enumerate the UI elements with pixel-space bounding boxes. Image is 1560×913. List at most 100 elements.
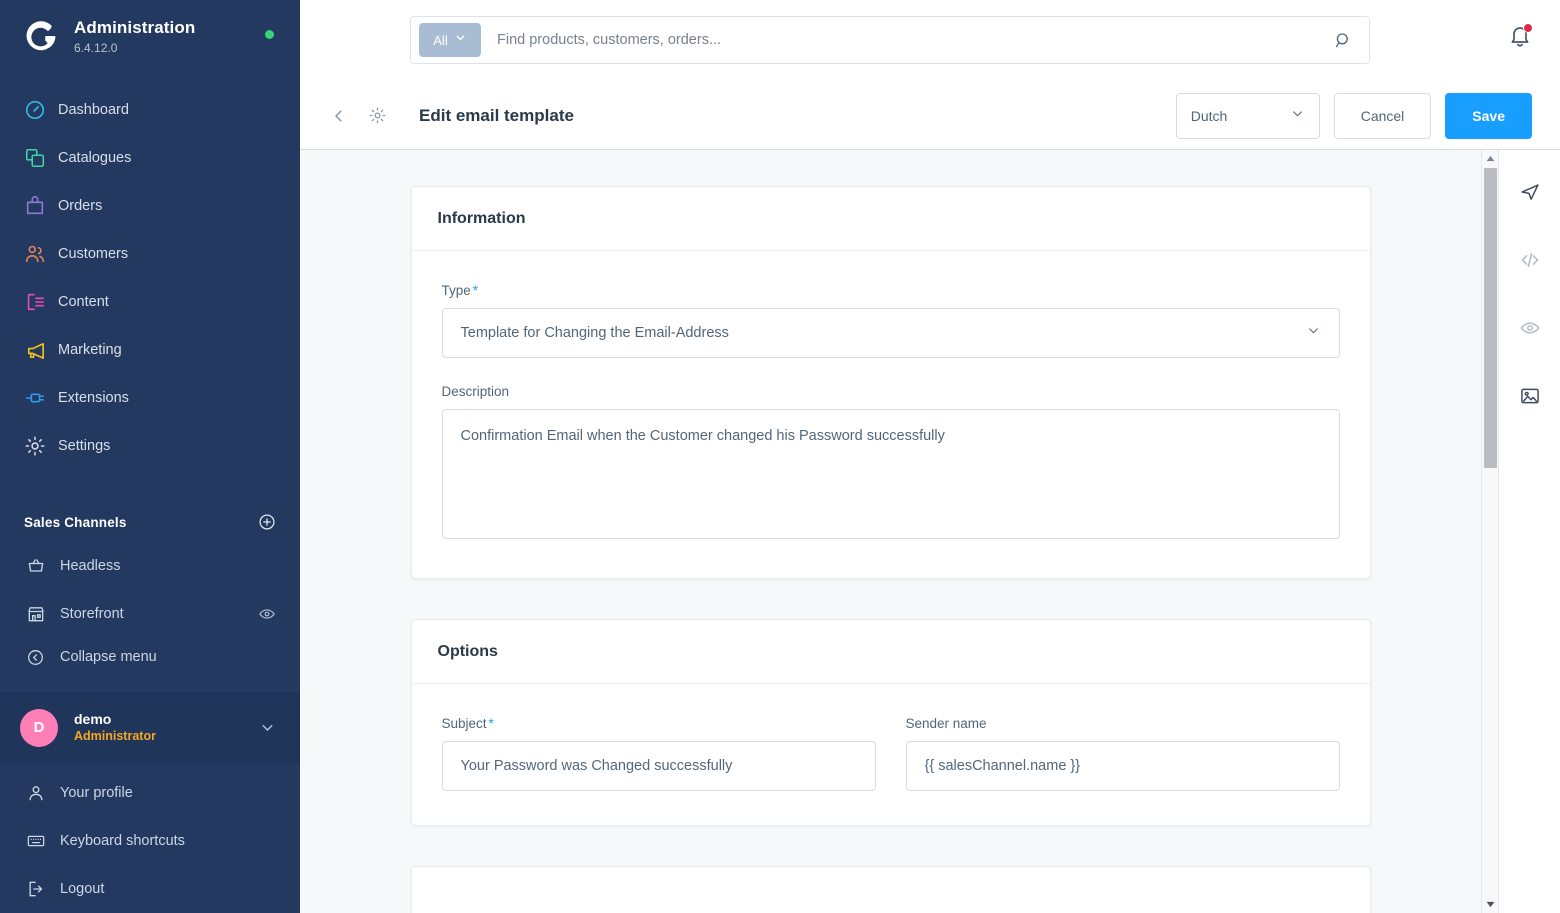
right-toolbar [1498,150,1560,913]
brand-title: Administration [74,18,196,37]
avatar: D [20,708,58,747]
third-card-partial [410,866,1371,913]
page-title: Edit email template [419,105,574,125]
collapse-menu-button[interactable]: Collapse menu [0,638,300,676]
options-card-body: Subject* Sender name [412,684,1370,825]
sender-name-input[interactable] [905,741,1340,791]
user-profile-row[interactable]: D demo Administrator [0,691,300,763]
subject-field: Subject * [441,716,876,791]
type-select-value: Template for Changing the Email-Address [460,325,729,341]
cancel-button[interactable]: Cancel [1333,92,1432,139]
notifications-button[interactable] [1508,23,1533,53]
sidebar-item-customers[interactable]: Customers [0,230,300,278]
information-card-header: Information [411,187,1370,251]
sidebar-item-label: Headless [60,558,121,574]
gear-icon[interactable] [362,100,393,131]
image-media-icon[interactable] [1510,376,1550,416]
collapse-menu-label: Collapse menu [60,649,157,665]
content-row: Information Type * Template for Changing … [300,150,1560,913]
sidebar-item-label: Extensions [58,390,129,406]
sidebar-item-label: Settings [58,438,111,454]
code-brackets-icon[interactable] [1510,240,1550,280]
sidebar: Administration 6.4.12.0 Dashboard Catalo… [0,0,300,913]
scrollbar-thumb[interactable] [1484,168,1497,468]
sales-channels-section-header: Sales Channels [0,502,300,542]
menu-item-label: Keyboard shortcuts [60,833,185,849]
preview-eye-icon[interactable] [1510,308,1550,348]
description-field: Description [441,384,1340,544]
sidebar-item-label: Customers [58,246,129,262]
sidebar-item-storefront[interactable]: Storefront [0,590,300,638]
logout-icon [26,879,60,899]
type-label: Type * [442,283,1340,298]
sidebar-item-catalogues[interactable]: Catalogues [0,134,300,182]
sidebar-item-settings[interactable]: Settings [0,422,300,470]
sender-name-field: Sender name [905,716,1340,791]
scroll-up-arrow-icon[interactable] [1482,150,1499,167]
user-role: Administrator [74,729,156,743]
user-menu: Your profile Keyboard shortcuts Logout [0,763,300,913]
subject-label: Subject * [442,716,876,731]
sidebar-item-content[interactable]: Content [0,278,300,326]
sidebar-item-label: Marketing [58,342,122,358]
chevron-down-icon [1306,323,1321,343]
chevron-down-icon[interactable] [259,719,276,736]
chevron-down-icon [454,31,467,49]
search-scope-selector[interactable]: All [419,23,481,57]
send-test-mail-icon[interactable] [1510,172,1550,212]
save-button[interactable]: Save [1445,92,1532,139]
user-name: demo [74,711,112,727]
type-field: Type * Template for Changing the Email-Ad… [441,283,1340,358]
subject-label-text: Subject [441,716,487,731]
smart-bar-actions: Dutch Cancel Save [1175,92,1532,139]
search-icon[interactable] [1334,31,1361,50]
description-textarea[interactable] [441,409,1340,539]
eye-icon[interactable] [258,605,276,623]
sidebar-item-label: Content [58,294,109,310]
sidebar-item-extensions[interactable]: Extensions [0,374,300,422]
sidebar-item-marketing[interactable]: Marketing [0,326,300,374]
menu-item-your-profile[interactable]: Your profile [0,769,300,817]
global-search-bar[interactable]: All [410,16,1370,64]
content-vertical-scrollbar[interactable] [1481,150,1498,913]
catalogues-icon [24,147,58,169]
chevron-down-icon [1290,106,1305,126]
description-label: Description [441,384,510,399]
sidebar-item-label: Storefront [60,606,124,622]
card-title: Options [437,642,498,660]
sender-name-label: Sender name [905,716,987,731]
basket-icon [26,556,60,576]
dashboard-icon [24,99,58,121]
subject-input[interactable] [441,741,876,791]
language-select[interactable]: Dutch [1175,92,1320,139]
sidebar-item-label: Dashboard [58,102,129,118]
required-marker: * [488,716,494,731]
menu-item-logout[interactable]: Logout [0,865,300,913]
plus-circle-icon[interactable] [258,513,276,531]
search-input[interactable] [481,32,1334,48]
information-card-body: Type * Template for Changing the Email-Ad… [412,251,1370,578]
options-row: Subject* Sender name [441,716,1340,791]
content-inner: Information Type * Template for Changing … [410,186,1371,913]
options-card-header: Options [411,620,1370,684]
menu-item-label: Your profile [60,785,133,801]
scroll-down-arrow-icon[interactable] [1482,896,1499,913]
shopware-logo-icon [22,18,60,56]
sidebar-item-dashboard[interactable]: Dashboard [0,86,300,134]
sidebar-item-label: Orders [58,198,103,214]
sidebar-item-orders[interactable]: Orders [0,182,300,230]
type-select[interactable]: Template for Changing the Email-Address [441,308,1340,358]
chevron-left-icon[interactable] [324,101,354,131]
smart-bar: Edit email template Dutch Cancel Save [300,82,1560,150]
sidebar-item-headless[interactable]: Headless [0,542,300,590]
brand-header[interactable]: Administration 6.4.12.0 [0,0,300,72]
information-card: Information Type * Template for Changing … [410,186,1371,579]
language-select-value: Dutch [1190,107,1228,124]
collapse-chevron-icon [26,648,60,667]
menu-item-keyboard-shortcuts[interactable]: Keyboard shortcuts [0,817,300,865]
top-bar: All [300,0,1560,82]
keyboard-icon [26,831,60,851]
content-scroll-area: Information Type * Template for Changing … [300,150,1481,913]
card-title: Information [437,209,526,227]
